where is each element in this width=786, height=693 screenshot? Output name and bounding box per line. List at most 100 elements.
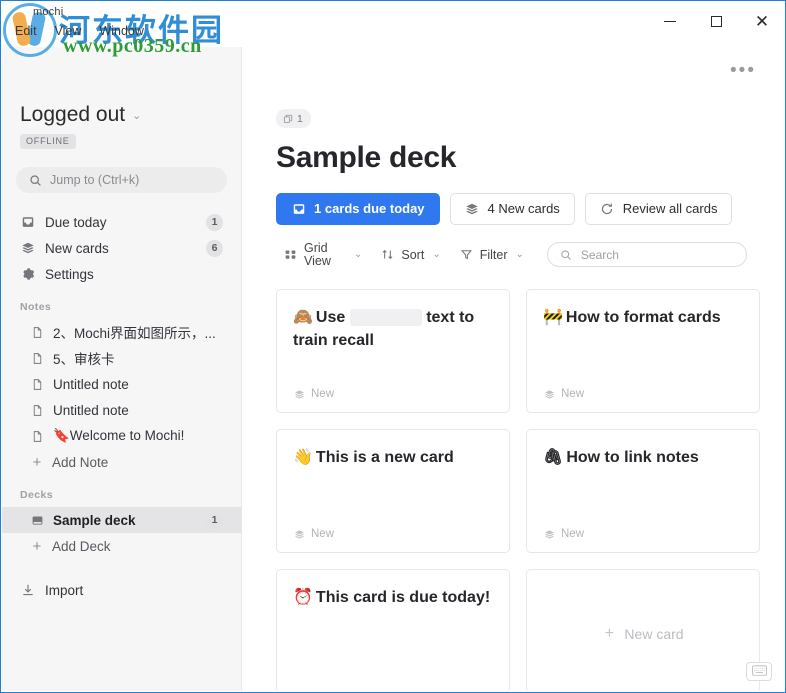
card-title-text: How to link notes (566, 448, 699, 466)
layers-icon (293, 527, 305, 542)
document-icon (30, 325, 45, 340)
card-status: New (543, 527, 743, 542)
sidebar-section-decks: Decks (20, 489, 53, 501)
card-item[interactable]: 🖇 How to link notes New (526, 428, 760, 553)
sidebar-note-item[interactable]: 5、审核卡 (2, 345, 241, 371)
keyboard-icon (751, 663, 767, 681)
chevron-down-icon: ⌄ (132, 109, 142, 122)
cards-stack-icon (282, 111, 293, 126)
deck-view: 1 Sample deck 1 cards due today 4 New ca… (242, 47, 784, 691)
sidebar-note-item[interactable]: Untitled note (2, 397, 241, 423)
view-mode-selector[interactable]: Grid View ⌄ (276, 239, 369, 271)
account-switcher[interactable]: Logged out ⌄ (20, 103, 223, 127)
alarm-clock-icon: ⏰ (293, 588, 313, 606)
sidebar-item-due-today[interactable]: Due today 1 (2, 209, 241, 235)
deck-count: 1 (206, 511, 223, 529)
note-label: 🔖Welcome to Mochi! (53, 428, 185, 443)
review-all-button[interactable]: Review all cards (584, 192, 733, 225)
menu-item-window[interactable]: Window (99, 24, 143, 38)
document-icon (30, 403, 45, 418)
card-item[interactable]: 👋 This is a new card New (276, 428, 510, 553)
minimize-icon (664, 20, 676, 22)
sidebar-note-item[interactable]: Untitled note (2, 371, 241, 397)
deck-label: Sample deck (53, 512, 136, 528)
card-item[interactable]: 🚧 How to format cards New (526, 288, 760, 413)
card-status: New (293, 527, 493, 542)
sidebar-deck-sample-deck[interactable]: Sample deck 1 (2, 507, 241, 533)
menu-item-view[interactable]: View (55, 24, 82, 38)
card-status-label: New (311, 388, 335, 400)
maximize-button[interactable] (693, 1, 739, 41)
note-label: Untitled note (53, 402, 129, 418)
account-section: Logged out ⌄ OFFLINE (2, 47, 241, 149)
card-status-label: New (311, 528, 335, 540)
layers-icon (465, 201, 480, 216)
document-icon (30, 377, 45, 392)
new-cards-count: 6 (206, 239, 223, 257)
jump-to-input[interactable]: Jump to (Ctrl+k) (16, 167, 227, 193)
card-title-text: This card is due today! (315, 588, 491, 606)
gear-icon (20, 267, 35, 282)
main-content: ••• 1 Sample deck 1 cards due today 4 Ne… (242, 47, 784, 691)
note-label: 2、Mochi界面如图所示，... (53, 326, 216, 341)
deck-card-count: 1 (297, 112, 303, 125)
add-deck-button[interactable]: + Add Deck (2, 533, 241, 559)
add-note-button[interactable]: + Add Note (2, 449, 241, 475)
overflow-menu-button[interactable]: ••• (730, 61, 756, 80)
sidebar-item-label: Settings (45, 266, 94, 282)
monkey-see-no-evil-icon: 🙈 (293, 308, 313, 326)
filter-icon (459, 247, 474, 262)
sidebar-section-notes: Notes (20, 301, 52, 313)
card-toolbar: Grid View ⌄ Sort ⌄ Filter ⌄ Search (276, 239, 760, 271)
card-item[interactable]: ⏰ This card is due today! (276, 568, 510, 691)
sort-icon (380, 247, 395, 262)
jump-to-placeholder: Jump to (Ctrl+k) (50, 173, 140, 187)
card-status-label: New (561, 388, 585, 400)
keyboard-shortcuts-button[interactable] (746, 662, 772, 681)
sidebar-note-item[interactable]: 🔖Welcome to Mochi! (2, 423, 241, 449)
close-button[interactable]: ✕ (739, 1, 785, 41)
note-label: 5、审核卡 (53, 352, 115, 367)
card-title: 🚧 How to format cards (543, 306, 743, 329)
search-input[interactable]: Search (546, 242, 747, 267)
layers-icon (543, 387, 555, 402)
card-status: New (293, 387, 493, 402)
close-icon: ✕ (754, 11, 770, 31)
review-due-button[interactable]: 1 cards due today (276, 192, 440, 225)
new-cards-button[interactable]: 4 New cards (449, 192, 575, 225)
new-card-button[interactable]: + New card (526, 568, 760, 691)
sidebar-item-new-cards[interactable]: New cards 6 (2, 235, 241, 261)
sidebar-nav: Due today 1 New cards 6 Settings Notes 2… (2, 209, 241, 603)
import-button[interactable]: Import (2, 577, 241, 603)
layers-icon (20, 241, 35, 256)
deck-card-count-badge: 1 (276, 109, 311, 128)
chevron-down-icon: ⌄ (354, 249, 363, 260)
deck-actions: 1 cards due today 4 New cards Review all… (276, 192, 760, 225)
layers-icon (293, 387, 305, 402)
menu-item-edit[interactable]: Edit (15, 24, 37, 38)
new-card-label: New card (624, 625, 684, 642)
search-placeholder: Search (580, 247, 619, 262)
sidebar-item-label: Due today (45, 214, 107, 230)
filter-selector[interactable]: Filter ⌄ (452, 244, 531, 265)
plus-icon: + (604, 624, 615, 642)
cloze-blank (349, 308, 422, 326)
layers-icon (543, 527, 555, 542)
card-title: 👋 This is a new card (293, 446, 493, 469)
add-note-label: Add Note (52, 454, 109, 470)
sidebar-note-item[interactable]: 2、Mochi界面如图所示，... (2, 319, 241, 345)
note-label: Untitled note (53, 376, 129, 392)
card-item[interactable]: 🙈 Use text to train recall New (276, 288, 510, 413)
card-title-text: How to format cards (565, 308, 721, 326)
sidebar-item-label: New cards (45, 240, 109, 256)
waving-hand-icon: 👋 (293, 448, 313, 466)
chevron-down-icon: ⌄ (432, 249, 441, 260)
minimize-button[interactable] (647, 1, 693, 41)
due-today-count: 1 (206, 213, 223, 231)
card-title: 🖇 How to link notes (543, 446, 743, 469)
deck-icon (30, 513, 45, 528)
cards-grid: 🙈 Use text to train recall New 🚧 How to fo… (276, 288, 760, 691)
refresh-icon (600, 201, 615, 216)
sidebar-item-settings[interactable]: Settings (2, 261, 241, 287)
sort-selector[interactable]: Sort ⌄ (373, 244, 447, 265)
